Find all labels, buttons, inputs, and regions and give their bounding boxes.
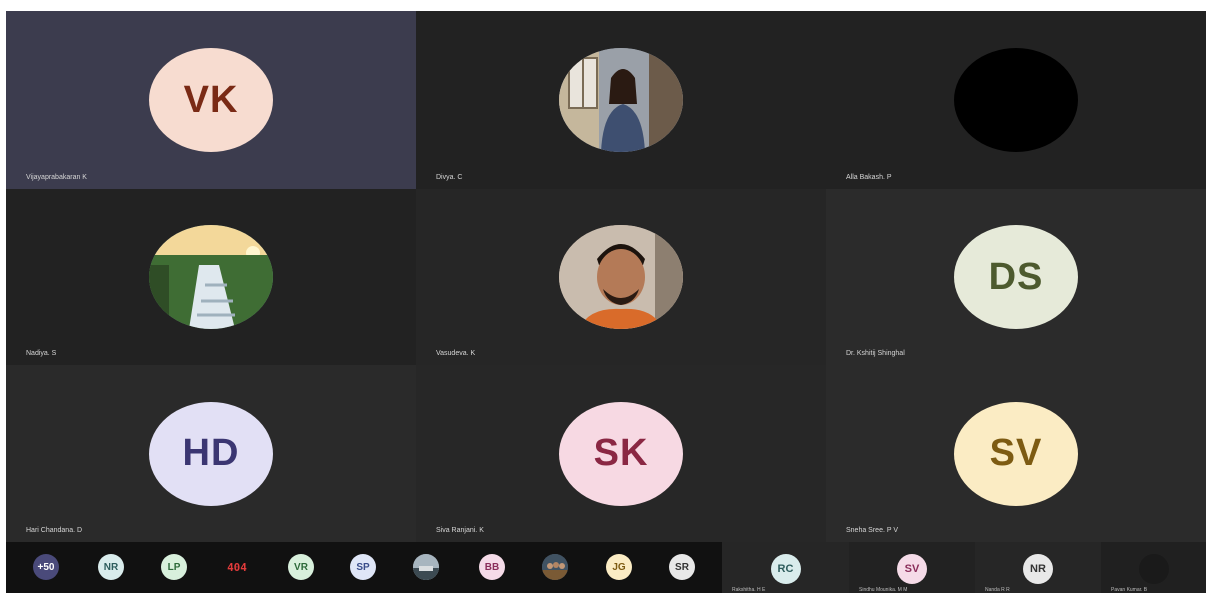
participant-tile[interactable]: DS Dr. Kshitij Shinghal	[826, 189, 1206, 365]
participant-tile[interactable]: HD Hari Chandana. D	[6, 365, 416, 542]
participant-panel[interactable]: NR Nanda R R	[975, 542, 1101, 593]
participant-chip[interactable]: BB	[479, 554, 505, 580]
participant-panel[interactable]: SV Sindhu Mounika. M M	[849, 542, 975, 593]
participant-name: Vasudeva. K	[436, 350, 476, 357]
participant-chip[interactable]: LP	[161, 554, 187, 580]
participant-avatar	[954, 48, 1078, 152]
participant-photo	[559, 48, 683, 152]
participant-name: Rakshitha. H E	[732, 587, 766, 593]
video-grid: VK Vijayaprabakaran K Divya. C Alla Bakash.…	[6, 11, 1206, 593]
participant-name: Siva Ranjani. K	[436, 527, 484, 534]
participant-name: Vijayaprabakaran K	[26, 174, 87, 181]
participant-avatar: DS	[954, 225, 1078, 329]
participant-chip[interactable]: NR	[98, 554, 124, 580]
participant-name: Divya. C	[436, 174, 463, 181]
participant-name: Nadiya. S	[26, 350, 57, 357]
participant-avatar: NR	[1023, 554, 1053, 584]
participant-chip[interactable]: VR	[288, 554, 314, 580]
participant-panel[interactable]: RC Rakshitha. H E	[722, 542, 849, 593]
participant-photo	[559, 225, 683, 329]
participant-chip[interactable]: JG	[606, 554, 632, 580]
participant-chip[interactable]: SR	[669, 554, 695, 580]
participant-tile[interactable]: Nadiya. S	[6, 189, 416, 365]
participant-chip[interactable]: SP	[350, 554, 376, 580]
participant-tile[interactable]: Alla Bakash. P	[826, 11, 1206, 189]
participant-avatar: SV	[897, 554, 927, 584]
participant-avatar: SV	[954, 401, 1078, 506]
participant-chip-photo[interactable]	[413, 554, 439, 580]
participant-photo	[149, 225, 273, 329]
participant-name: Alla Bakash. P	[846, 174, 892, 181]
participant-avatar: RC	[770, 554, 801, 584]
participant-name: Sindhu Mounika. M M	[859, 587, 908, 593]
participant-avatar	[1138, 554, 1169, 584]
participant-tile[interactable]: SK Siva Ranjani. K	[416, 365, 826, 542]
participant-name: Pavan Kumar. B	[1111, 587, 1148, 593]
participant-tile[interactable]: SV Sneha Sree. P V	[826, 365, 1206, 542]
participant-panel[interactable]: Pavan Kumar. B	[1101, 542, 1206, 593]
participant-name: Hari Chandana. D	[26, 527, 83, 534]
participant-chip-photo[interactable]	[542, 554, 568, 580]
more-participants-button[interactable]: +50	[33, 554, 59, 580]
participant-avatar: SK	[559, 401, 683, 506]
participant-name: Nanda R R	[985, 587, 1010, 593]
participant-tile[interactable]: Vasudeva. K	[416, 189, 826, 365]
participant-avatar: VK	[149, 48, 273, 152]
participant-chip-error-icon[interactable]: 404	[224, 554, 250, 580]
participant-tile[interactable]: VK Vijayaprabakaran K	[6, 11, 416, 189]
participant-name: Sneha Sree. P V	[846, 527, 899, 534]
participant-avatar: HD	[149, 401, 273, 506]
participant-name: Dr. Kshitij Shinghal	[846, 350, 905, 357]
participant-strip: +50 NR LP 404 VR SP BB JG SR RC Rakshitha. H E SV Si…	[6, 542, 1206, 593]
participant-tile[interactable]: Divya. C	[416, 11, 826, 189]
